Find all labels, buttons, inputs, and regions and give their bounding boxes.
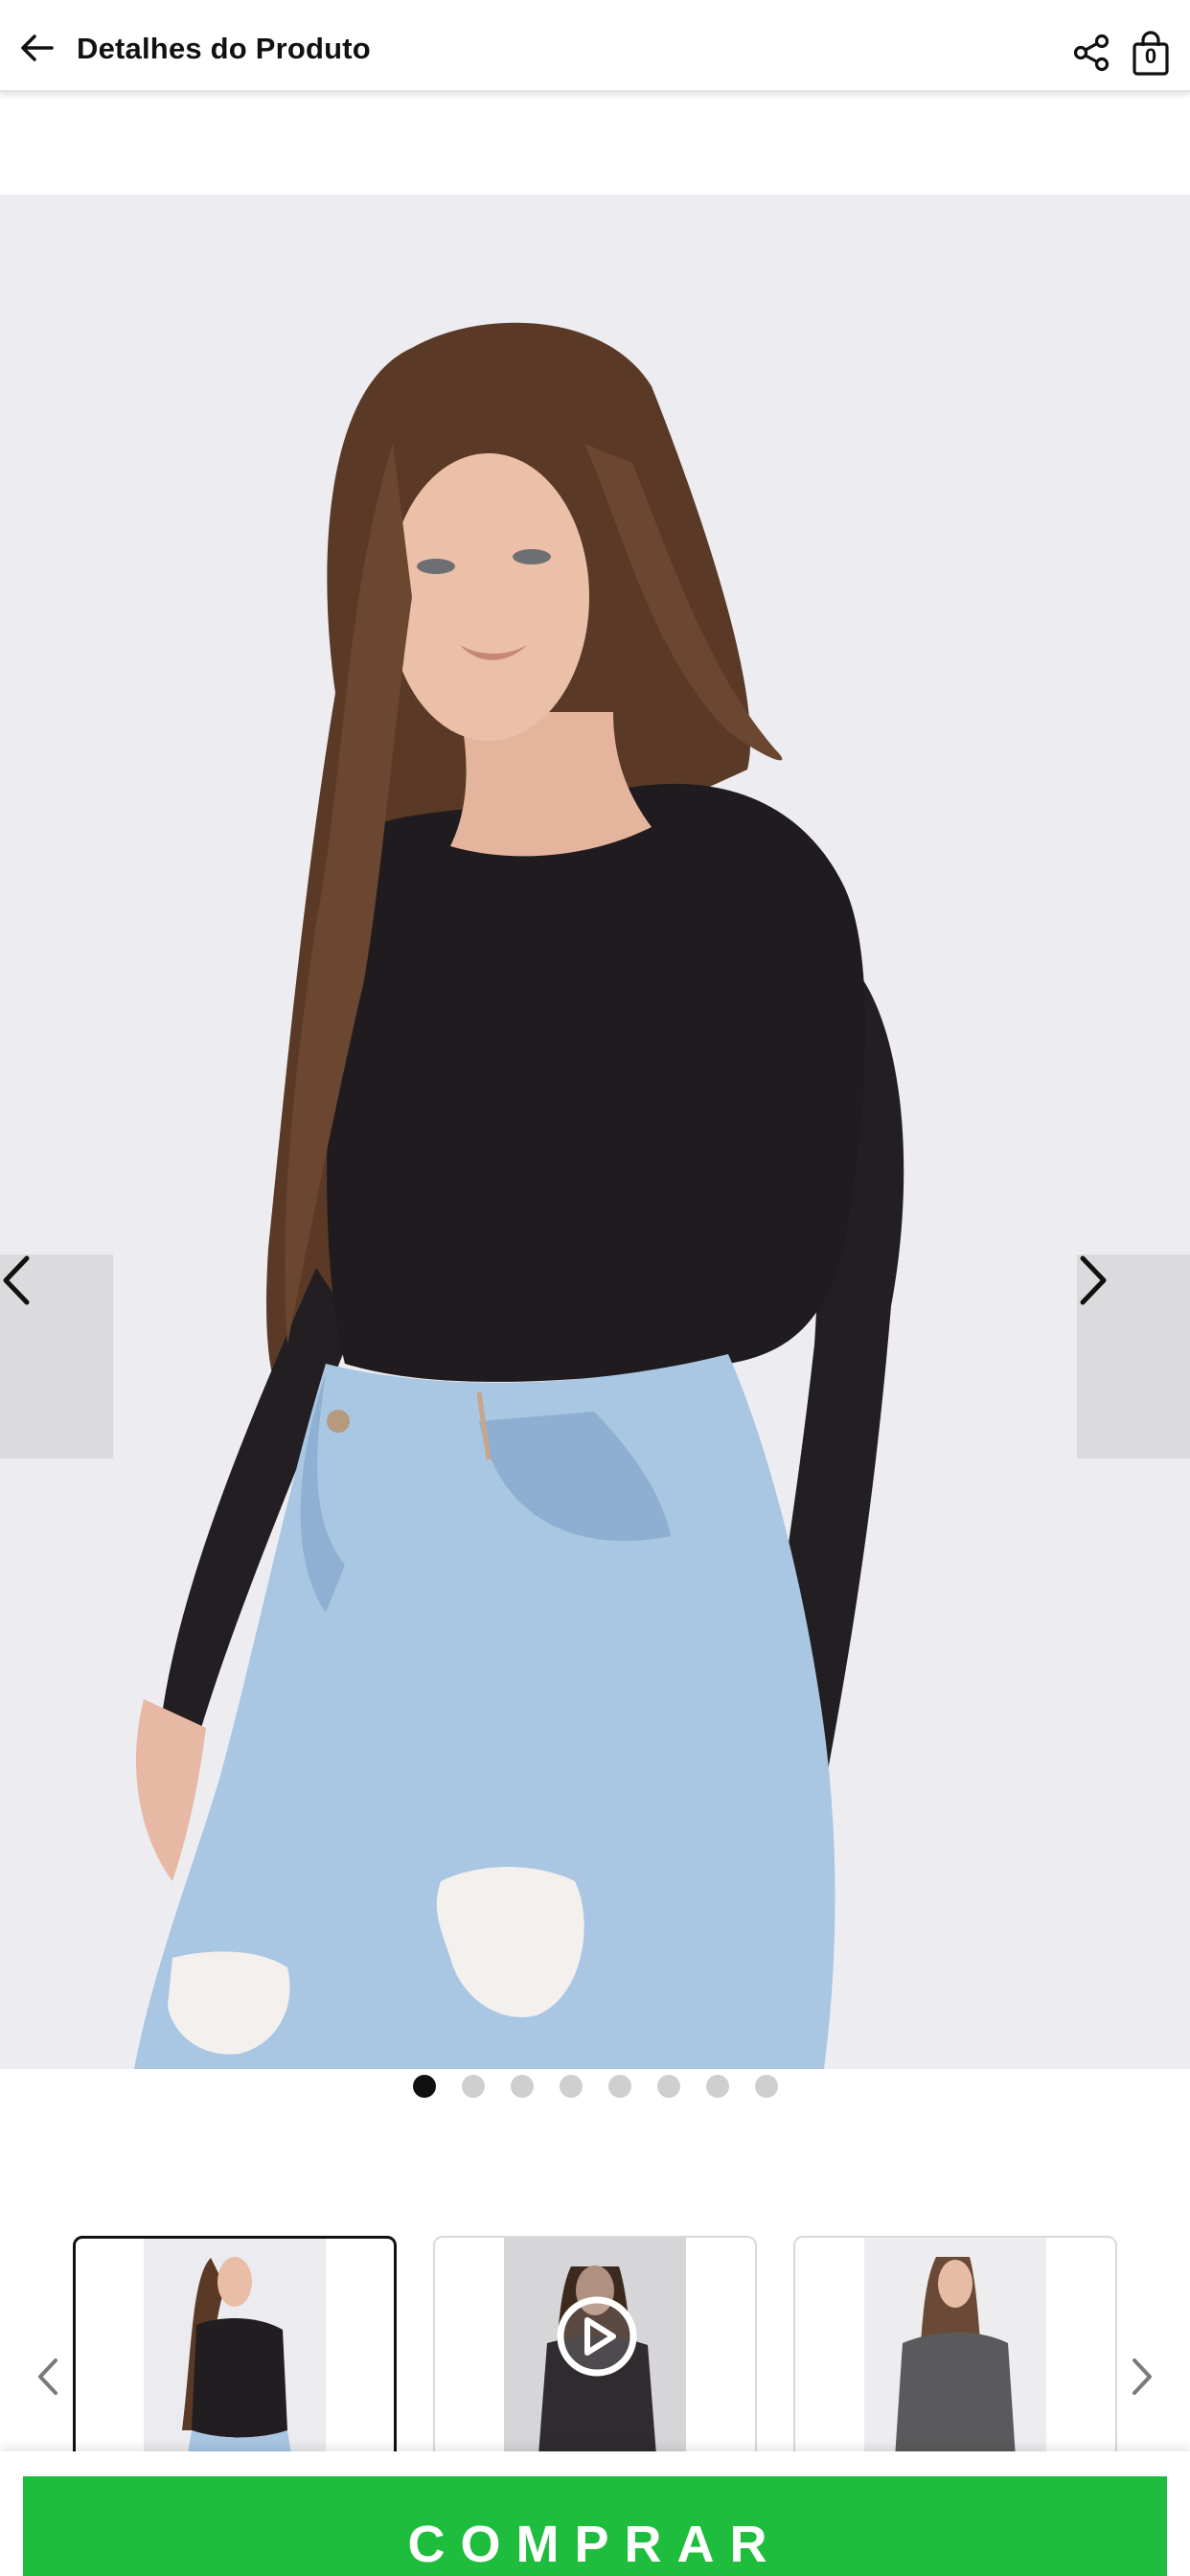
carousel-pagination bbox=[0, 2072, 1190, 2101]
product-photo bbox=[0, 195, 1190, 2069]
thumbnail-3[interactable] bbox=[793, 2236, 1117, 2485]
thumbnails-next-button[interactable] bbox=[1125, 2353, 1159, 2401]
thumbnail-image bbox=[864, 2238, 1046, 2483]
thumbnail-2-video[interactable] bbox=[433, 2236, 757, 2485]
carousel-dot[interactable] bbox=[705, 2075, 729, 2098]
carousel-dot[interactable] bbox=[754, 2075, 778, 2098]
thumbnails-prev-button[interactable] bbox=[31, 2353, 65, 2401]
product-image-carousel[interactable] bbox=[0, 195, 1190, 2069]
chevron-left-icon bbox=[38, 2358, 57, 2395]
carousel-dot[interactable] bbox=[559, 2075, 583, 2098]
carousel-prev-button[interactable] bbox=[0, 1254, 113, 1459]
arrow-left-icon bbox=[21, 34, 54, 61]
cart-button[interactable]: 0 bbox=[1131, 31, 1171, 77]
thumbnail-1[interactable] bbox=[73, 2236, 397, 2485]
back-button[interactable] bbox=[17, 29, 56, 67]
play-circle-icon bbox=[557, 2296, 637, 2377]
chevron-left-icon bbox=[3, 1255, 30, 1305]
carousel-dot[interactable] bbox=[412, 2075, 436, 2098]
carousel-dot[interactable] bbox=[656, 2075, 680, 2098]
share-icon bbox=[1073, 34, 1110, 72]
thumbnail-image bbox=[144, 2239, 326, 2482]
carousel-dot[interactable] bbox=[510, 2075, 534, 2098]
chevron-right-icon bbox=[1133, 2358, 1152, 2395]
page-title: Detalhes do Produto bbox=[77, 32, 371, 65]
cart-count-badge: 0 bbox=[1144, 44, 1157, 68]
share-button[interactable] bbox=[1071, 33, 1111, 73]
carousel-dot[interactable] bbox=[607, 2075, 631, 2098]
product-details-screen: Detalhes do Produto 0 COMPRAR bbox=[0, 0, 1190, 2576]
chevron-right-icon bbox=[1080, 1255, 1107, 1305]
buy-button[interactable]: COMPRAR bbox=[23, 2476, 1167, 2576]
carousel-dot[interactable] bbox=[461, 2075, 485, 2098]
bottom-action-bar: COMPRAR bbox=[0, 2451, 1190, 2576]
app-header: Detalhes do Produto 0 bbox=[0, 0, 1190, 92]
carousel-next-button[interactable] bbox=[1077, 1254, 1190, 1459]
